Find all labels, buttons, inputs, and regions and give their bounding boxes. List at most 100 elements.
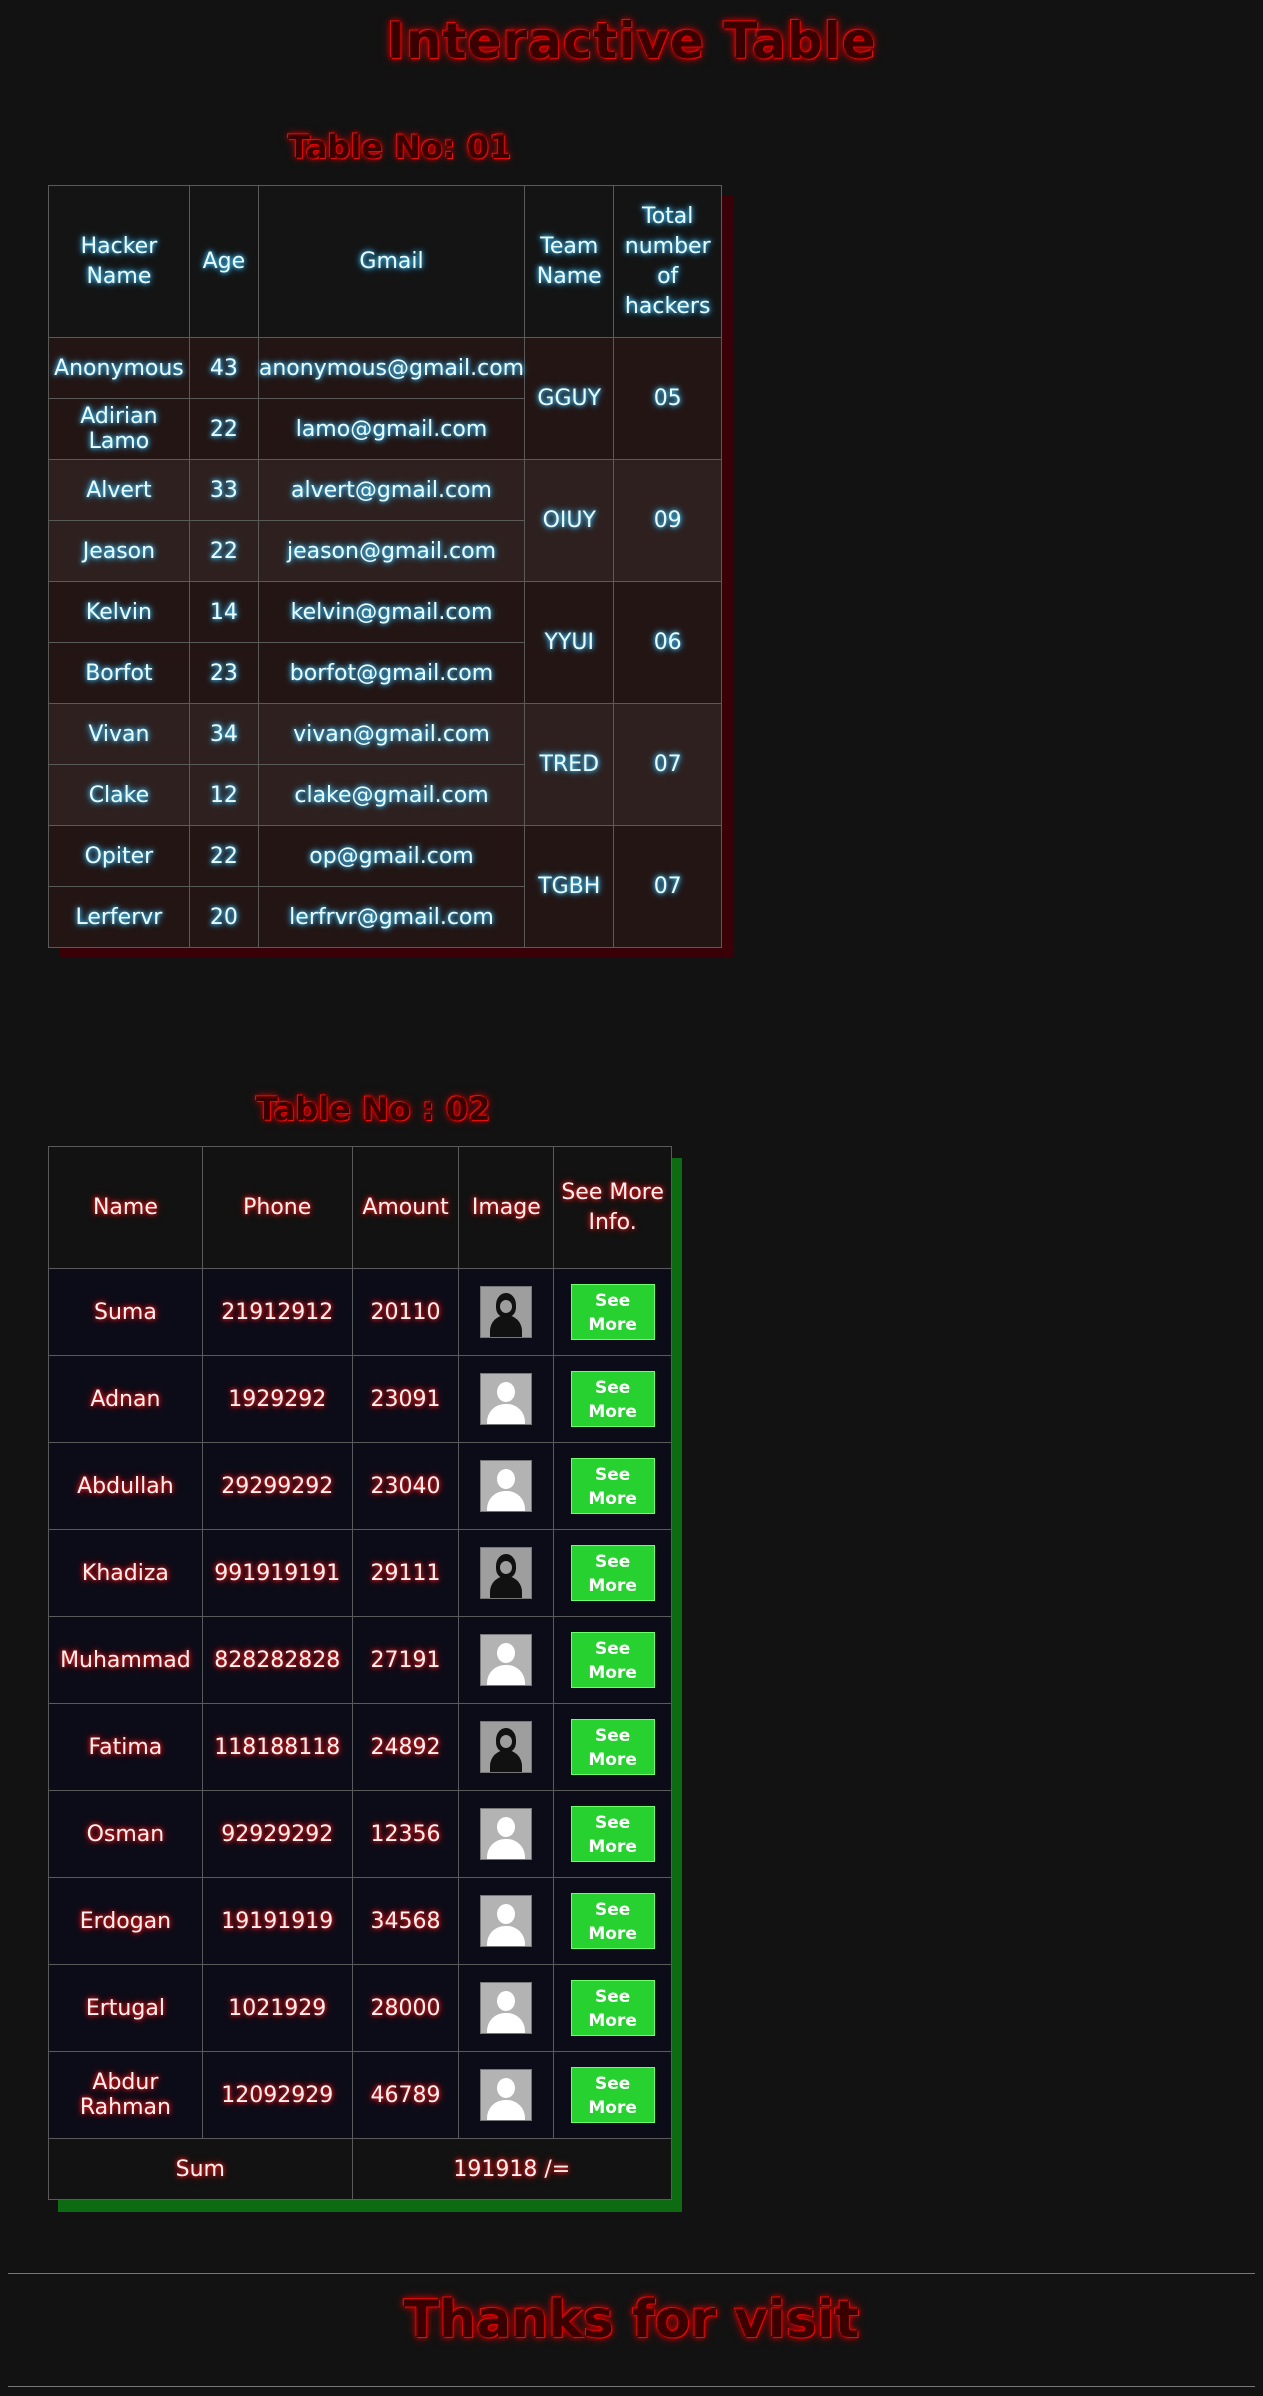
hacker-name: Kelvin (48, 581, 190, 643)
hacker-gmail: kelvin@gmail.com (257, 581, 526, 643)
team-total: 05 (613, 337, 722, 460)
table-row: Khadiza 991919191 29111 See More (48, 1529, 672, 1617)
hacker-gmail: clake@gmail.com (257, 764, 526, 826)
team-name: TRED (524, 703, 615, 826)
see-more-cell: See More (553, 1268, 672, 1356)
person-phone: 29299292 (201, 1442, 353, 1530)
person-amount: 46789 (351, 2051, 460, 2139)
table-row: Muhammad 828282828 27191 See More (48, 1616, 672, 1704)
header-total-hackers: Total number of hackers (613, 185, 722, 338)
hacker-name: Anonymous (48, 337, 190, 399)
male-avatar-icon (480, 2069, 533, 2121)
person-phone: 1021929 (201, 1964, 353, 2052)
table-row: Abdullah 29299292 23040 See More (48, 1442, 672, 1530)
person-phone: 118188118 (201, 1703, 353, 1791)
header-amount: Amount (351, 1146, 460, 1269)
see-more-cell: See More (553, 1529, 672, 1617)
see-more-button[interactable]: See More (570, 2067, 655, 2123)
see-more-cell: See More (553, 1703, 672, 1791)
person-phone: 19191919 (201, 1877, 353, 1965)
person-phone: 21912912 (201, 1268, 353, 1356)
header-phone: Phone (201, 1146, 353, 1269)
see-more-button[interactable]: See More (570, 1806, 655, 1862)
table-row: Abdur Rahman 12092929 46789 See More (48, 2051, 672, 2139)
table-row: Fatima 118188118 24892 See More (48, 1703, 672, 1791)
male-avatar-icon (480, 1808, 533, 1860)
team-name: TGBH (524, 825, 615, 948)
table2-caption: Table No : 02 (256, 1090, 491, 1128)
female-avatar-icon (480, 1547, 533, 1599)
see-more-button[interactable]: See More (570, 1545, 655, 1601)
person-image-cell (458, 1355, 555, 1443)
contacts-table: Name Phone Amount Image See More Info. S… (48, 1146, 673, 2200)
hacker-age: 12 (188, 764, 259, 826)
person-name: Khadiza (48, 1529, 203, 1617)
person-amount: 20110 (351, 1268, 460, 1356)
table-row: Vivan 34 vivan@gmail.com TRED 07 (48, 703, 722, 826)
hacker-gmail: jeason@gmail.com (257, 520, 526, 582)
sum-label: Sum (48, 2138, 353, 2200)
hacker-age: 22 (188, 398, 259, 460)
header-hacker-name: Hacker Name (48, 185, 190, 338)
table-header-row: Hacker Name Age Gmail Team Name Total nu… (48, 185, 722, 338)
hacker-age: 23 (188, 642, 259, 704)
person-phone: 828282828 (201, 1616, 353, 1704)
person-image-cell (458, 1529, 555, 1617)
hacker-gmail: lerfrvr@gmail.com (257, 886, 526, 948)
person-name: Erdogan (48, 1877, 203, 1965)
see-more-cell: See More (553, 1616, 672, 1704)
table-row: Kelvin 14 kelvin@gmail.com YYUI 06 (48, 581, 722, 704)
male-avatar-icon (480, 1895, 533, 1947)
table-row: Ertugal 1021929 28000 See More (48, 1964, 672, 2052)
person-name: Adnan (48, 1355, 203, 1443)
see-more-cell: See More (553, 1442, 672, 1530)
person-amount: 27191 (351, 1616, 460, 1704)
see-more-button[interactable]: See More (570, 1458, 655, 1514)
male-avatar-icon (480, 1982, 533, 2034)
team-total: 06 (613, 581, 722, 704)
person-amount: 24892 (351, 1703, 460, 1791)
divider (8, 2273, 1255, 2274)
header-see-more-info: See More Info. (553, 1146, 672, 1269)
see-more-button[interactable]: See More (570, 1371, 655, 1427)
header-gmail: Gmail (257, 185, 526, 338)
see-more-button[interactable]: See More (570, 1719, 655, 1775)
table-header-row: Name Phone Amount Image See More Info. (48, 1146, 672, 1269)
female-avatar-icon (480, 1286, 533, 1338)
person-image-cell (458, 1790, 555, 1878)
hacker-name: Lerfervr (48, 886, 190, 948)
person-name: Ertugal (48, 1964, 203, 2052)
male-avatar-icon (480, 1460, 533, 1512)
divider (8, 2386, 1255, 2387)
hacker-name: Adirian Lamo (48, 398, 190, 460)
see-more-button[interactable]: See More (570, 1980, 655, 2036)
person-image-cell (458, 2051, 555, 2139)
person-image-cell (458, 1442, 555, 1530)
team-total: 09 (613, 459, 722, 582)
team-name: GGUY (524, 337, 615, 460)
person-amount: 29111 (351, 1529, 460, 1617)
sum-value: 191918 /= (351, 2138, 673, 2200)
see-more-button[interactable]: See More (570, 1284, 655, 1340)
female-avatar-icon (480, 1721, 533, 1773)
team-total: 07 (613, 825, 722, 948)
person-image-cell (458, 1268, 555, 1356)
person-image-cell (458, 1616, 555, 1704)
person-image-cell (458, 1703, 555, 1791)
hacker-age: 20 (188, 886, 259, 948)
male-avatar-icon (480, 1634, 533, 1686)
person-name: Suma (48, 1268, 203, 1356)
person-amount: 23040 (351, 1442, 460, 1530)
team-total: 07 (613, 703, 722, 826)
hacker-gmail: lamo@gmail.com (257, 398, 526, 460)
see-more-button[interactable]: See More (570, 1893, 655, 1949)
hacker-gmail: vivan@gmail.com (257, 703, 526, 765)
hacker-name: Clake (48, 764, 190, 826)
table-row: Anonymous 43 anonymous@gmail.com GGUY 05 (48, 337, 722, 460)
header-name: Name (48, 1146, 203, 1269)
hacker-gmail: alvert@gmail.com (257, 459, 526, 521)
header-age: Age (188, 185, 259, 338)
hacker-age: 14 (188, 581, 259, 643)
see-more-button[interactable]: See More (570, 1632, 655, 1688)
person-phone: 12092929 (201, 2051, 353, 2139)
